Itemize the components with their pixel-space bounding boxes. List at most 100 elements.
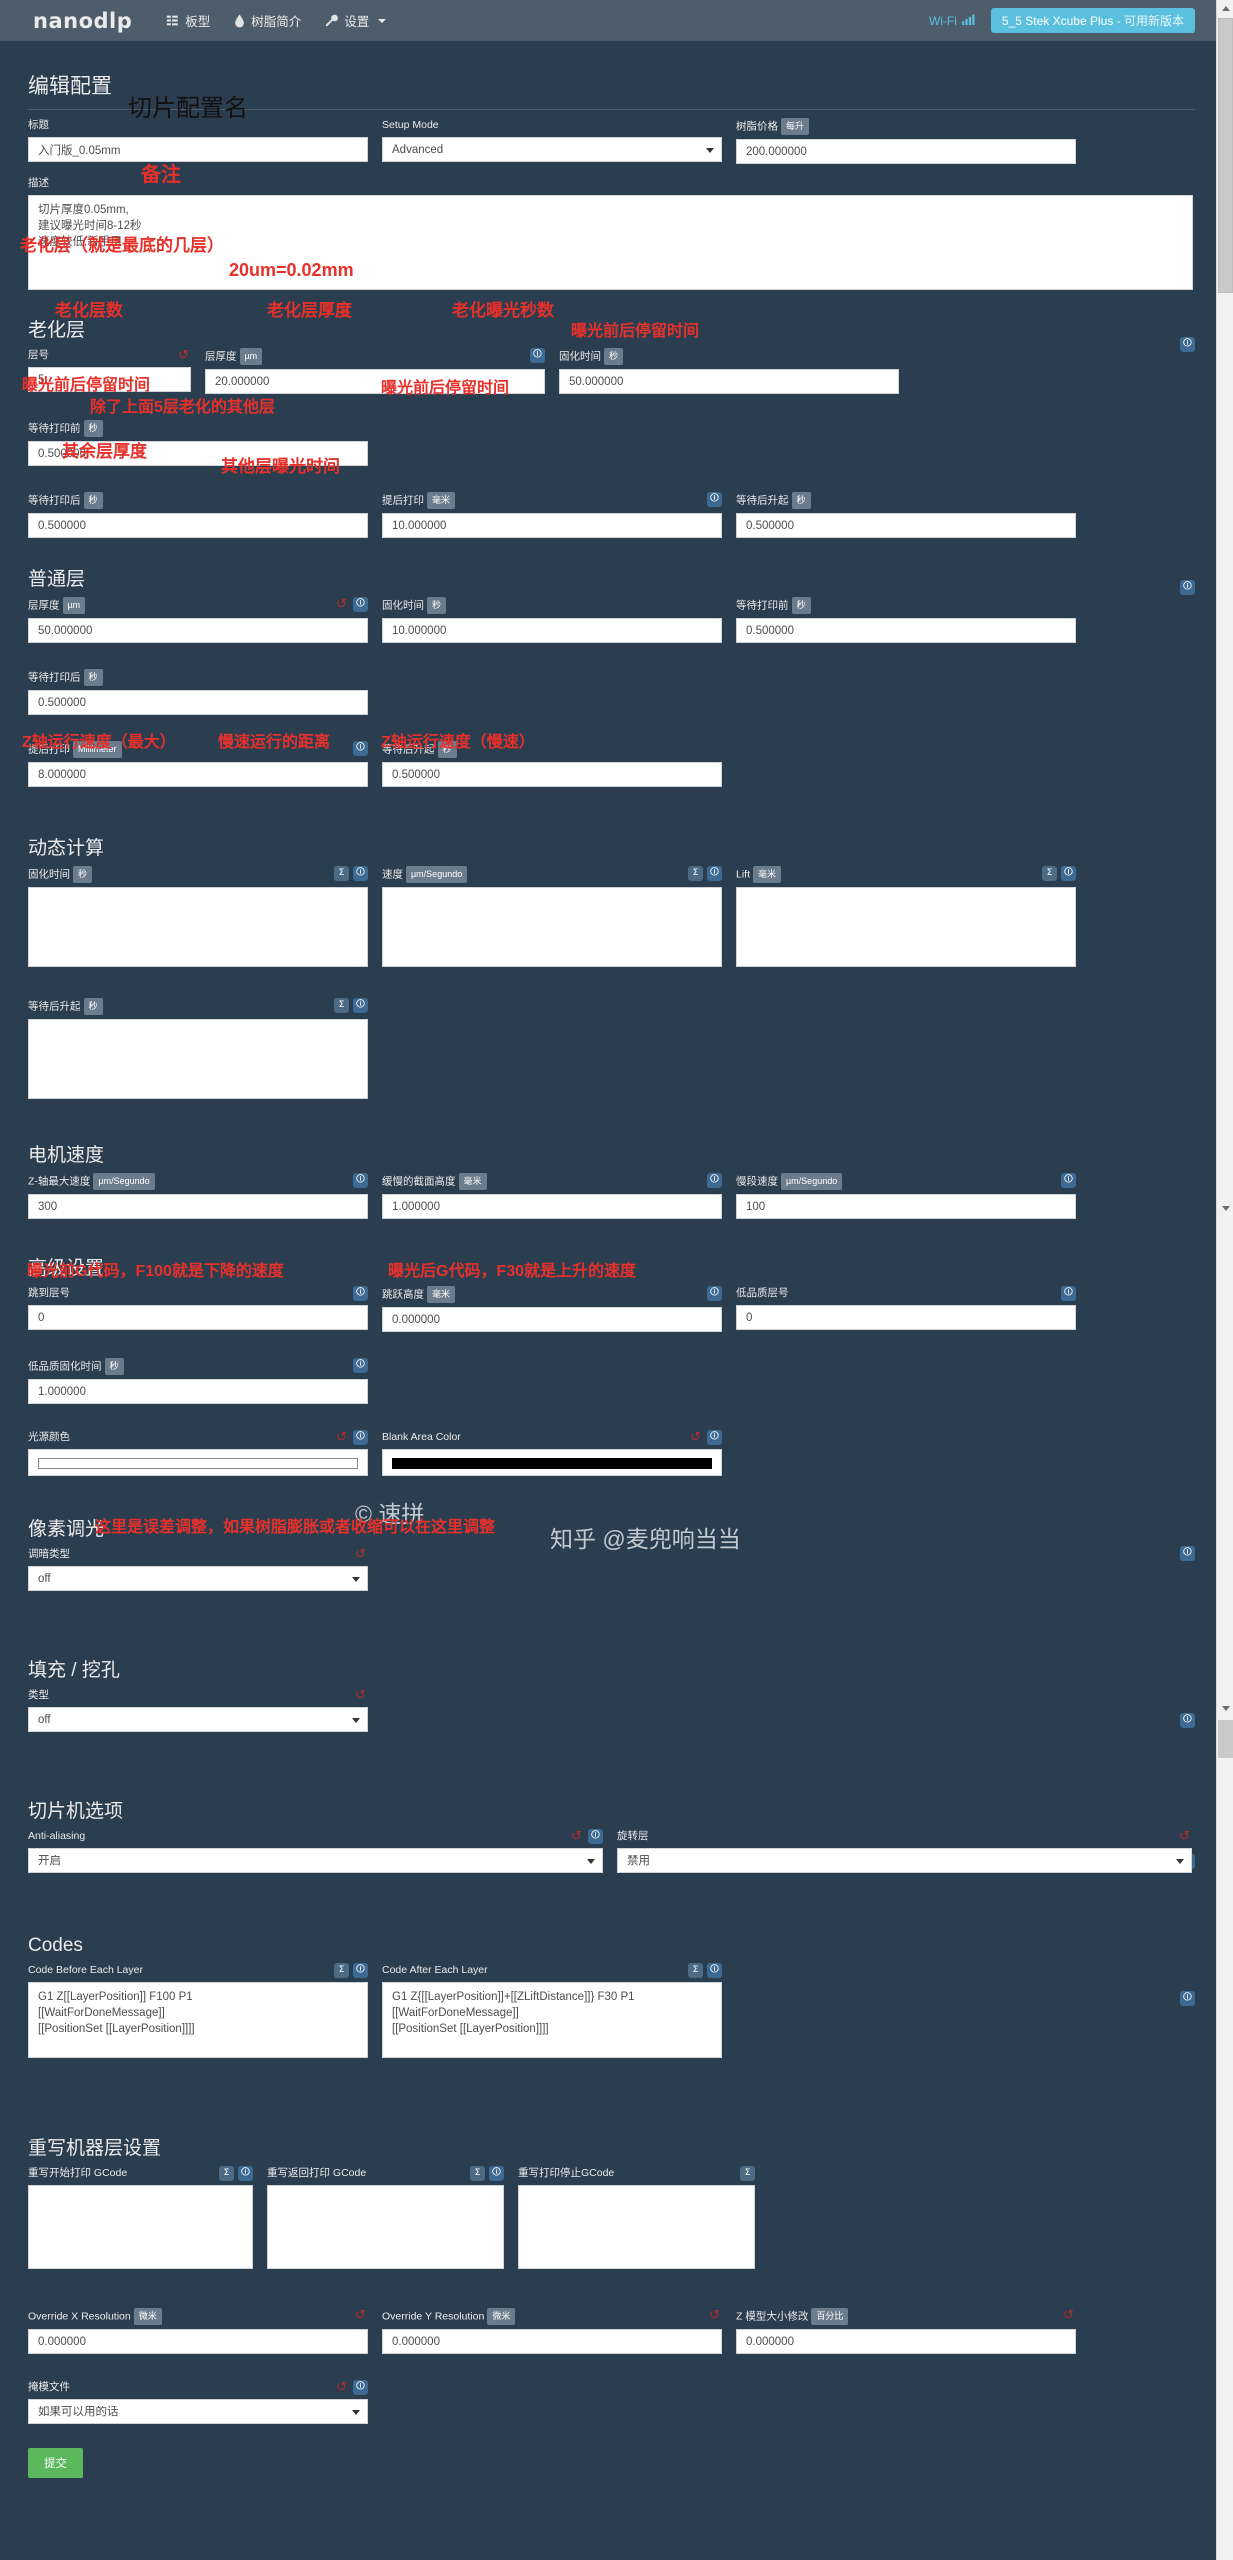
info-icon[interactable]: 🛈 xyxy=(353,1430,368,1445)
normal-wait-after-input[interactable] xyxy=(28,690,368,715)
normal-wait-before-input[interactable] xyxy=(736,618,1076,643)
sigma-icon[interactable]: Σ xyxy=(688,866,703,881)
info-icon[interactable]: 🛈 xyxy=(707,1286,722,1301)
bottom-layer-number-input[interactable] xyxy=(28,367,191,392)
reset-icon[interactable]: ↺ xyxy=(353,1547,368,1562)
jump-layer-input[interactable] xyxy=(28,1305,368,1330)
info-icon[interactable]: 🛈 xyxy=(588,1829,603,1844)
info-icon[interactable]: 🛈 xyxy=(1180,580,1195,595)
info-icon[interactable]: 🛈 xyxy=(1061,866,1076,881)
overwrite-stop-textarea[interactable] xyxy=(518,2185,755,2269)
info-icon[interactable]: 🛈 xyxy=(1180,1991,1195,2006)
normal-lift-input[interactable] xyxy=(28,762,368,787)
slow-section-height-input[interactable] xyxy=(382,1194,722,1219)
blank-area-color-picker[interactable] xyxy=(382,1449,722,1476)
info-icon[interactable]: 🛈 xyxy=(1180,337,1195,352)
scroll-down-button[interactable] xyxy=(1217,1200,1233,1217)
title-input[interactable] xyxy=(28,137,368,162)
jump-height-input[interactable] xyxy=(382,1307,722,1332)
reset-icon[interactable]: ↺ xyxy=(334,1430,349,1445)
reset-icon[interactable]: ↺ xyxy=(176,348,191,363)
info-icon[interactable]: 🛈 xyxy=(353,1963,368,1978)
sigma-icon[interactable]: Σ xyxy=(740,2166,755,2181)
description-textarea[interactable]: 切片厚度0.05mm, 建议曝光时间8-12秒 速度较低,新手用 xyxy=(28,195,1193,290)
dimming-type-select[interactable]: off xyxy=(28,1566,368,1591)
bottom-wait-before-input[interactable] xyxy=(28,441,368,466)
normal-thickness-input[interactable] xyxy=(28,618,368,643)
nav-item-settings[interactable]: 设置 xyxy=(313,0,398,41)
reset-icon[interactable]: ↺ xyxy=(1061,2308,1076,2323)
info-icon[interactable]: 🛈 xyxy=(353,1358,368,1373)
low-quality-cure-input[interactable] xyxy=(28,1379,368,1404)
z-max-speed-input[interactable] xyxy=(28,1194,368,1219)
info-icon[interactable]: 🛈 xyxy=(530,348,545,363)
info-icon[interactable]: 🛈 xyxy=(1180,1546,1195,1561)
info-icon[interactable]: 🛈 xyxy=(353,1173,368,1188)
fill-type-select[interactable]: off xyxy=(28,1707,368,1732)
info-icon[interactable]: 🛈 xyxy=(489,2166,504,2181)
setup-mode-select[interactable]: Advanced xyxy=(382,137,722,162)
bottom-layer-thickness-input[interactable] xyxy=(205,369,545,394)
reset-icon[interactable]: ↺ xyxy=(688,1430,703,1445)
app-brand[interactable]: nanoDLP xyxy=(0,9,154,33)
code-after-textarea[interactable]: G1 Z{[[LayerPosition]]+[[ZLiftDistance]]… xyxy=(382,1982,722,2058)
submit-button[interactable]: 提交 xyxy=(28,2448,83,2478)
sigma-icon[interactable]: Σ xyxy=(688,1963,703,1978)
resin-price-input[interactable] xyxy=(736,139,1076,164)
vertical-scrollbar[interactable] xyxy=(1216,0,1233,2560)
info-icon[interactable]: 🛈 xyxy=(353,1286,368,1301)
override-x-input[interactable] xyxy=(28,2329,368,2354)
overwrite-resume-textarea[interactable] xyxy=(267,2185,504,2269)
reset-icon[interactable]: ↺ xyxy=(353,2308,368,2323)
slow-speed-input[interactable] xyxy=(736,1194,1076,1219)
info-icon[interactable]: 🛈 xyxy=(1180,1713,1195,1728)
overwrite-start-textarea[interactable] xyxy=(28,2185,253,2269)
normal-cure-time-input[interactable] xyxy=(382,618,722,643)
override-y-input[interactable] xyxy=(382,2329,722,2354)
normal-wait-lift-input[interactable] xyxy=(382,762,722,787)
bottom-lift-input[interactable] xyxy=(382,513,722,538)
code-before-textarea[interactable]: G1 Z[[LayerPosition]] F100 P1 [[WaitForD… xyxy=(28,1982,368,2058)
info-icon[interactable]: 🛈 xyxy=(353,998,368,1013)
bottom-cure-time-input[interactable] xyxy=(559,369,899,394)
dyn-speed-textarea[interactable] xyxy=(382,887,722,967)
sigma-icon[interactable]: Σ xyxy=(334,866,349,881)
wifi-status[interactable]: Wi-Fi xyxy=(929,14,975,28)
info-icon[interactable]: 🛈 xyxy=(353,2380,368,2395)
mask-file-select[interactable]: 如果可以用的话 xyxy=(28,2399,368,2424)
info-icon[interactable]: 🛈 xyxy=(707,866,722,881)
info-icon[interactable]: 🛈 xyxy=(353,866,368,881)
sigma-icon[interactable]: Σ xyxy=(334,1963,349,1978)
dyn-wait-lift-textarea[interactable] xyxy=(28,1019,368,1099)
low-quality-layer-input[interactable] xyxy=(736,1305,1076,1330)
info-icon[interactable]: 🛈 xyxy=(238,2166,253,2181)
nav-item-plate[interactable]: 板型 xyxy=(154,0,222,41)
scroll-up-button[interactable] xyxy=(1217,0,1233,17)
info-icon[interactable]: 🛈 xyxy=(707,1430,722,1445)
info-icon[interactable]: 🛈 xyxy=(353,741,368,756)
scrollbar-thumb[interactable] xyxy=(1218,18,1233,293)
reset-icon[interactable]: ↺ xyxy=(1177,1829,1192,1844)
info-icon[interactable]: 🛈 xyxy=(707,1173,722,1188)
info-icon[interactable]: 🛈 xyxy=(1061,1286,1076,1301)
info-icon[interactable]: 🛈 xyxy=(1061,1173,1076,1188)
z-scale-input[interactable] xyxy=(736,2329,1076,2354)
bottom-wait-lift-input[interactable] xyxy=(736,513,1076,538)
sigma-icon[interactable]: Σ xyxy=(219,2166,234,2181)
info-icon[interactable]: 🛈 xyxy=(707,492,722,507)
bottom-wait-after-input[interactable] xyxy=(28,513,368,538)
reset-icon[interactable]: ↺ xyxy=(569,1829,584,1844)
light-color-picker[interactable] xyxy=(28,1449,368,1476)
antialiasing-select[interactable]: 开启 xyxy=(28,1848,603,1873)
sigma-icon[interactable]: Σ xyxy=(1042,866,1057,881)
scrollbar-thumb-secondary[interactable] xyxy=(1218,1720,1233,1758)
nav-item-resin[interactable]: 树脂简介 xyxy=(222,0,313,41)
rotate-layer-select[interactable]: 禁用 xyxy=(617,1848,1192,1873)
info-icon[interactable]: 🛈 xyxy=(707,1963,722,1978)
dyn-cure-time-textarea[interactable] xyxy=(28,887,368,967)
scroll-down-button-2[interactable] xyxy=(1217,1700,1233,1717)
reset-icon[interactable]: ↺ xyxy=(334,597,349,612)
reset-icon[interactable]: ↺ xyxy=(353,1688,368,1703)
sigma-icon[interactable]: Σ xyxy=(470,2166,485,2181)
reset-icon[interactable]: ↺ xyxy=(334,2380,349,2395)
